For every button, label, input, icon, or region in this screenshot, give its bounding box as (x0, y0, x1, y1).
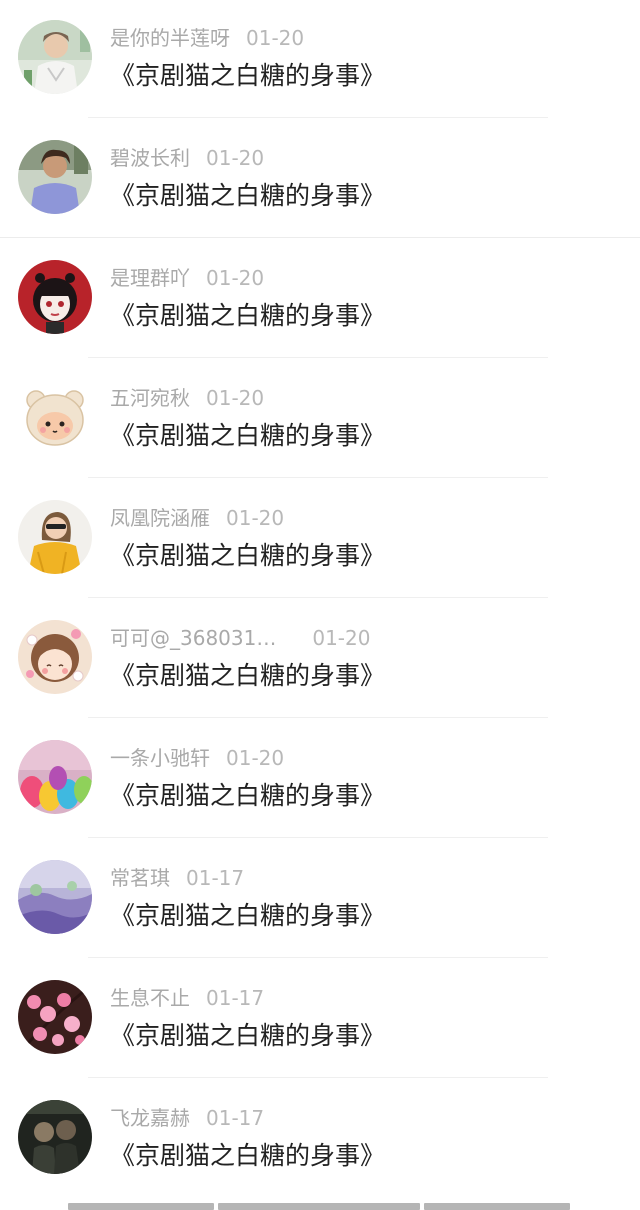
avatar[interactable] (18, 980, 92, 1054)
comment-date: 01-20 (312, 626, 371, 650)
list-item[interactable]: 是你的半莲呀 01-20 《京剧猫之白糖的身事》 (0, 0, 640, 120)
comment-text: 《京剧猫之白糖的身事》 (110, 61, 386, 90)
comment-date: 01-17 (186, 866, 245, 890)
list-item[interactable]: 是理群吖 01-20 《京剧猫之白糖的身事》 (0, 240, 640, 360)
comment-date: 01-20 (206, 386, 265, 410)
comment-text: 《京剧猫之白糖的身事》 (110, 181, 386, 210)
username[interactable]: 是理群吖 (110, 266, 190, 290)
comment-list: 是你的半莲呀 01-20 《京剧猫之白糖的身事》 碧波长利 01-20 《京剧猫之白… (0, 0, 640, 1210)
username[interactable]: 凤凰院涵雁 (110, 506, 210, 530)
divider (88, 837, 548, 838)
username[interactable]: 生息不止 (110, 986, 190, 1010)
comment-date: 01-20 (226, 506, 285, 530)
avatar[interactable] (18, 740, 92, 814)
divider (88, 597, 548, 598)
divider (88, 477, 548, 478)
divider (88, 357, 548, 358)
username[interactable]: 可可@_368031… (110, 626, 276, 650)
comment-text: 《京剧猫之白糖的身事》 (110, 901, 386, 930)
username[interactable]: 一条小驰轩 (110, 746, 210, 770)
divider (88, 117, 548, 118)
list-item[interactable]: 飞龙嘉赫 01-17 《京剧猫之白糖的身事》 (0, 1080, 640, 1200)
avatar[interactable] (18, 20, 92, 94)
comment-text: 《京剧猫之白糖的身事》 (110, 1021, 386, 1050)
list-item[interactable]: 凤凰院涵雁 01-20 《京剧猫之白糖的身事》 (0, 480, 640, 600)
avatar[interactable] (18, 260, 92, 334)
avatar[interactable] (18, 140, 92, 214)
list-item[interactable]: 可可@_368031… 01-20 《京剧猫之白糖的身事》 (0, 600, 640, 720)
avatar[interactable] (18, 620, 92, 694)
comment-date: 01-20 (246, 26, 305, 50)
comment-date: 01-17 (206, 1106, 265, 1130)
divider (88, 1077, 548, 1078)
comment-text: 《京剧猫之白糖的身事》 (110, 661, 386, 690)
comment-text: 《京剧猫之白糖的身事》 (110, 541, 386, 570)
list-item[interactable]: 常茗琪 01-17 《京剧猫之白糖的身事》 (0, 840, 640, 960)
username[interactable]: 飞龙嘉赫 (110, 1106, 190, 1130)
list-item[interactable]: 五河宛秋 01-20 《京剧猫之白糖的身事》 (0, 360, 640, 480)
avatar[interactable] (18, 380, 92, 454)
divider (88, 957, 548, 958)
comment-date: 01-20 (206, 146, 265, 170)
username[interactable]: 五河宛秋 (110, 386, 190, 410)
username[interactable]: 常茗琪 (110, 866, 170, 890)
comment-text: 《京剧猫之白糖的身事》 (110, 781, 386, 810)
avatar[interactable] (18, 1100, 92, 1174)
scrollbar-segment[interactable] (218, 1203, 420, 1210)
comment-text: 《京剧猫之白糖的身事》 (110, 1141, 386, 1170)
comment-date: 01-20 (206, 266, 265, 290)
divider (88, 717, 548, 718)
comment-date: 01-20 (226, 746, 285, 770)
username[interactable]: 是你的半莲呀 (110, 26, 230, 50)
username[interactable]: 碧波长利 (110, 146, 190, 170)
scrollbar[interactable] (68, 1203, 570, 1210)
scrollbar-segment[interactable] (424, 1203, 570, 1210)
list-item[interactable]: 碧波长利 01-20 《京剧猫之白糖的身事》 (0, 120, 640, 240)
divider (0, 237, 640, 238)
avatar[interactable] (18, 860, 92, 934)
list-item[interactable]: 一条小驰轩 01-20 《京剧猫之白糖的身事》 (0, 720, 640, 840)
scrollbar-segment[interactable] (68, 1203, 214, 1210)
comment-date: 01-17 (206, 986, 265, 1010)
avatar[interactable] (18, 500, 92, 574)
list-item[interactable]: 生息不止 01-17 《京剧猫之白糖的身事》 (0, 960, 640, 1080)
comment-text: 《京剧猫之白糖的身事》 (110, 301, 386, 330)
comment-text: 《京剧猫之白糖的身事》 (110, 421, 386, 450)
